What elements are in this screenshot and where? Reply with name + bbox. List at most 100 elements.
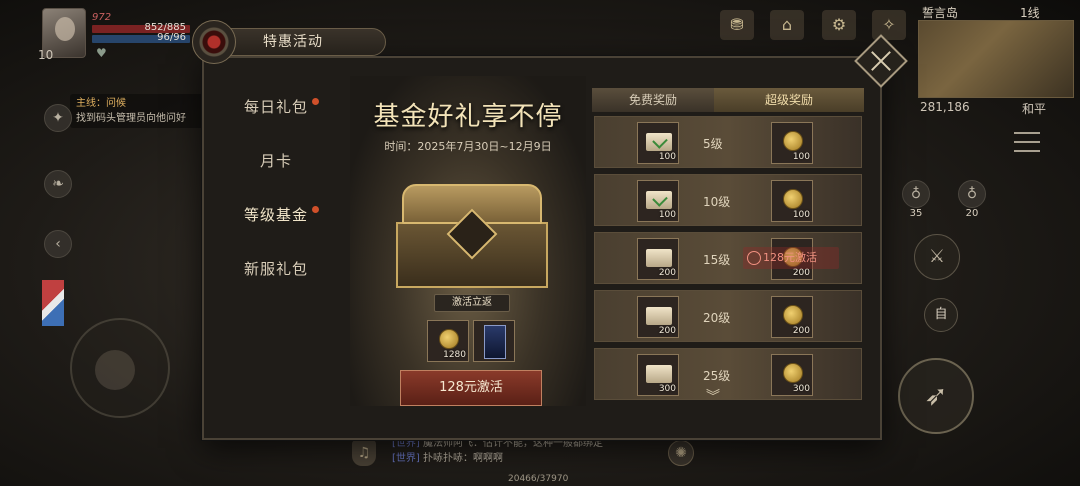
rebate-item-coin[interactable]: 1280 (427, 320, 469, 362)
dialog-title: 特惠活动 (222, 28, 386, 56)
reward-row: 200 15级 200 128元激活 (594, 232, 862, 284)
free-reward-item[interactable]: 100 (637, 180, 679, 222)
rebate-item-card[interactable] (473, 320, 515, 362)
free-reward-item[interactable]: 200 (637, 296, 679, 338)
reward-table: 免费奖励 超级奖励 100 5级 100 100 10级 100 200 15级 (592, 88, 864, 408)
free-reward-item[interactable]: 300 (637, 354, 679, 396)
item-qty: 100 (792, 152, 810, 162)
gold-coin-icon (783, 189, 803, 209)
coords-readout: 281,186 (920, 100, 970, 114)
quest-toggle-icon[interactable]: ✦ (44, 104, 72, 132)
pet-icon[interactable]: ♥ (96, 46, 107, 60)
free-reward-item[interactable]: 100 (637, 122, 679, 164)
reward-row: 100 10级 100 (594, 174, 862, 226)
treasure-icon[interactable]: ⛃ (720, 10, 754, 40)
promo-title: 基金好礼享不停 (373, 102, 563, 132)
skill-slash-icon[interactable]: ⚔ (914, 234, 960, 280)
nav-monthly-card[interactable]: 月卡 (206, 134, 346, 188)
notification-dot (312, 98, 319, 105)
free-reward-header: 免费奖励 (592, 88, 714, 112)
item-qty: 200 (658, 268, 676, 278)
ticket-icon (646, 133, 672, 151)
item-qty: 200 (658, 326, 676, 336)
joystick-knob[interactable] (95, 350, 135, 390)
wing-icon[interactable]: ❧ (44, 170, 72, 198)
chat-line: [世界] 扑哧扑哧：啊啊啊 (392, 453, 503, 464)
rebate-label: 激活立返 (434, 294, 510, 312)
reward-level: 10级 (703, 195, 731, 209)
kred-logo-icon[interactable] (42, 280, 64, 326)
mana-potion-icon: ♁ (958, 180, 986, 208)
nav-daily-pack[interactable]: 每日礼包 (206, 80, 346, 134)
nav-label: 新服礼包 (243, 260, 308, 278)
potion-count: 35 (909, 208, 923, 219)
item-qty: 100 (792, 210, 810, 220)
gold-coin-icon (783, 305, 803, 325)
minimap[interactable] (918, 20, 1074, 98)
mana-potion-count: 20 (965, 208, 979, 219)
reward-level: 25级 (703, 369, 731, 383)
reward-level: 5级 (703, 137, 723, 151)
nav-level-fund[interactable]: 等级基金 (206, 188, 346, 242)
player-status: 972 852/885 96/96 (92, 12, 190, 43)
pk-mode[interactable]: 和平 (1022, 100, 1046, 117)
potion-slot-1[interactable]: ♁ 35 (902, 180, 930, 219)
treasure-chest-icon (396, 184, 548, 288)
map-location: 誓言岛 (922, 6, 959, 20)
super-reward-header: 超级奖励 (714, 88, 864, 112)
shop-icon[interactable]: ⌂ (770, 10, 804, 40)
nav-new-server-pack[interactable]: 新服礼包 (206, 242, 346, 296)
ticket-icon (646, 249, 672, 267)
reward-row: 200 20级 200 (594, 290, 862, 342)
mp-text: 96/96 (157, 32, 186, 43)
auto-button[interactable]: 自 (924, 298, 958, 332)
gold-coin-icon (783, 131, 803, 151)
quest-tracker[interactable]: 主线：问候 找到码头管理员向他问好 (70, 94, 220, 128)
reward-level: 15级 (703, 253, 731, 267)
offer-nav: 每日礼包 月卡 等级基金 新服礼包 (206, 80, 346, 296)
nav-label: 等级基金 (243, 206, 308, 224)
potion-icon: ♁ (902, 180, 930, 208)
super-reward-item[interactable]: 100 (771, 122, 813, 164)
item-qty: 200 (792, 268, 810, 278)
promo-time: 时间：2025年7月30日~12月9日 (384, 140, 552, 153)
free-reward-item[interactable]: 200 (637, 238, 679, 280)
notification-dot (312, 206, 319, 213)
cart-icon[interactable]: ⚙ (822, 10, 856, 40)
item-qty: 300 (658, 384, 676, 394)
locked-activate-label[interactable]: 128元激活 (743, 247, 839, 269)
gold-coin-icon (439, 329, 459, 349)
ticket-icon (646, 365, 672, 383)
ticket-icon (646, 191, 672, 209)
attack-bow-icon[interactable]: ➶ (898, 358, 974, 434)
item-qty: 300 (792, 384, 810, 394)
menu-icon[interactable] (1014, 132, 1040, 152)
item-qty: 1280 (443, 350, 466, 360)
exp-readout: 20466/37970 (508, 474, 569, 484)
map-channel[interactable]: 1线 (1020, 4, 1040, 21)
bell-icon[interactable]: ♫ (352, 440, 376, 466)
gold-coin-icon (783, 363, 803, 383)
activate-button[interactable]: 128元激活 (400, 370, 542, 406)
super-reward-item[interactable]: 200 (771, 296, 813, 338)
scroll-down-chevron-icon[interactable]: ︾ (706, 386, 720, 406)
item-qty: 100 (658, 152, 676, 162)
nav-label: 每日礼包 (243, 98, 308, 116)
card-icon (484, 325, 506, 359)
reward-row: 300 25级 300 (594, 348, 862, 400)
super-reward-item[interactable]: 100 (771, 180, 813, 222)
item-qty: 100 (658, 210, 676, 220)
nav-label: 月卡 (259, 152, 292, 170)
chat-settings-icon[interactable]: ✺ (668, 440, 694, 466)
super-reward-item[interactable]: 300 (771, 354, 813, 396)
collapse-arrow-icon[interactable]: ‹ (44, 230, 72, 258)
item-qty: 200 (792, 326, 810, 336)
chat-box[interactable]: [世界] 魔法师阿飞：估计不能，这种一般都绑定 [世界] 扑哧扑哧：啊啊啊 (392, 436, 682, 466)
quest-desc: 找到码头管理员向他问好 (76, 113, 186, 124)
quest-title: 主线：问候 (76, 98, 126, 109)
reward-row: 100 5级 100 (594, 116, 862, 168)
mp-bar: 96/96 (92, 32, 190, 43)
event-icon[interactable]: ✧ (872, 10, 906, 40)
player-level: 10 (38, 48, 54, 62)
potion-slot-2[interactable]: ♁ 20 (958, 180, 986, 219)
